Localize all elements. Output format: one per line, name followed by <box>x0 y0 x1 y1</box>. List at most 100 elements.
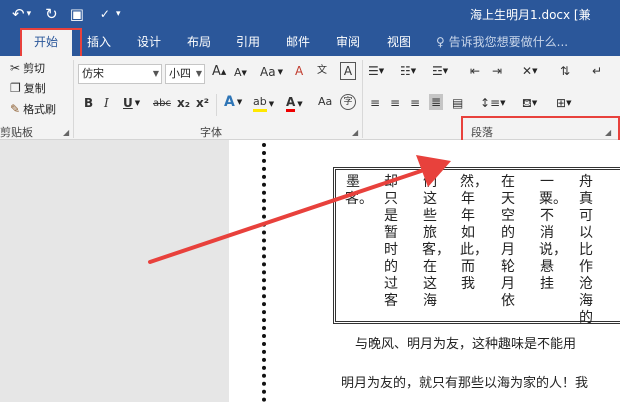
copy-icon: ❐ <box>10 81 21 95</box>
print-preview-icon[interactable]: ▣ <box>70 5 84 23</box>
increase-indent-icon: ⇥ <box>492 64 503 78</box>
text-column: 却只是暂时的过客 <box>384 174 398 309</box>
font-size-combo[interactable]: 小四 ▼ <box>165 64 205 84</box>
bold-button[interactable]: B <box>84 96 93 110</box>
align-left-button[interactable]: ≡ <box>370 96 380 110</box>
clipboard-dialog-launcher-icon[interactable]: ◢ <box>63 128 69 137</box>
paint-bucket-icon: ⛾ <box>522 96 532 110</box>
copy-button[interactable]: ❐ 复制 <box>10 80 46 96</box>
multilevel-list-button[interactable]: ☲ ▼ <box>432 64 448 78</box>
change-case-button-2[interactable]: Aa <box>318 95 332 109</box>
chevron-down-icon: ▼ <box>378 67 385 75</box>
chevron-down-icon: ▼ <box>532 67 538 75</box>
font-size-icon: Aa <box>318 95 333 108</box>
sort-button[interactable]: ⇅ <box>560 64 570 78</box>
increase-indent-button[interactable]: ⇥ <box>492 64 502 78</box>
tab-references[interactable]: 引用 <box>232 28 264 56</box>
chinese-layout-icon: ✕ <box>522 64 533 78</box>
font-color-button[interactable]: A ▼ <box>286 95 303 112</box>
font-dialog-launcher-icon[interactable]: ◢ <box>352 128 358 137</box>
superscript-button[interactable]: x² <box>196 96 209 110</box>
underline-button[interactable]: U ▼ <box>123 96 140 110</box>
chevron-down-icon: ▼ <box>268 99 275 108</box>
lightbulb-icon: ♀ <box>436 35 445 49</box>
distributed-button[interactable]: ▤ <box>452 96 463 110</box>
redo-icon[interactable]: ↻ <box>45 5 58 23</box>
decrease-indent-button[interactable]: ⇤ <box>470 64 480 78</box>
shrink-font-button[interactable]: A ▼ <box>234 66 247 80</box>
font-name-combo[interactable]: 仿宋 ▼ <box>78 64 162 84</box>
scissors-icon: ✂ <box>10 61 21 75</box>
show-marks-button[interactable]: ↵ <box>592 64 602 78</box>
format-painter-button[interactable]: ✎ 格式刷 <box>10 101 56 117</box>
group-separator <box>73 60 74 138</box>
ribbon-tabs: 开始 插入 设计 布局 引用 邮件 审阅 视图 ♀ 告诉我您想要做什么... <box>0 28 620 56</box>
chevron-down-icon: ▼ <box>297 99 303 108</box>
text-effects-icon: A <box>224 94 235 110</box>
phonetic-guide-button[interactable]: 文 <box>317 64 327 78</box>
justify-button[interactable]: ≣ <box>429 94 444 110</box>
vertical-text-frame[interactable]: 墨客。 却只是暂时的过客 们这些旅客，在这海 然，年年如此，而我 在天空的月轮月… <box>333 167 620 326</box>
cut-button[interactable]: ✂ 剪切 <box>10 60 45 76</box>
chevron-down-icon: ▼ <box>531 99 538 107</box>
paragraph-line: 与晚风、明月为友，这种趣味是不能用 <box>355 337 577 352</box>
font-size-value: 小四 <box>169 67 191 80</box>
clipboard-group-label: 剪贴板 <box>0 126 33 139</box>
strikethrough-button[interactable]: abc <box>153 97 171 111</box>
tab-view[interactable]: 视图 <box>383 28 415 56</box>
highlight-button[interactable]: ab ▼ <box>253 95 274 112</box>
cut-label: 剪切 <box>23 62 46 75</box>
tell-me-text: 告诉我您想要做什么... <box>448 35 569 49</box>
down-icon: ▼ <box>241 69 247 77</box>
borders-button[interactable]: ⊞ ▼ <box>556 96 571 110</box>
superscript-icon: x² <box>196 96 209 110</box>
bullet-list-icon: ☰ <box>368 64 379 78</box>
align-right-button[interactable]: ≡ <box>410 96 420 110</box>
shading-button[interactable]: ⛾ ▼ <box>522 96 537 110</box>
clear-formatting-button[interactable]: A <box>295 64 303 78</box>
tab-layout[interactable]: 布局 <box>183 28 215 56</box>
subscript-button[interactable]: x₂ <box>177 96 190 110</box>
chevron-down-icon: ▼ <box>195 69 202 78</box>
divider <box>216 94 217 116</box>
dropdown-icon[interactable]: ▾ <box>27 9 32 19</box>
group-separator <box>362 60 363 138</box>
subscript-icon: x₂ <box>177 96 190 110</box>
text-column: 在天空的月轮月依 <box>501 174 515 309</box>
italic-button[interactable]: I <box>104 96 109 110</box>
text-column: 一粟。不消说，悬挂 <box>539 174 567 292</box>
tab-design[interactable]: 设计 <box>133 28 165 56</box>
line-spacing-button[interactable]: ↕≡ ▼ <box>480 96 506 110</box>
tab-review[interactable]: 审阅 <box>332 28 364 56</box>
multilevel-list-icon: ☲ <box>432 64 443 78</box>
clear-formatting-icon: A <box>295 64 304 78</box>
customize-qat-icon[interactable]: ▾ <box>116 9 121 19</box>
tab-mailings[interactable]: 邮件 <box>282 28 314 56</box>
align-center-icon: ≡ <box>390 96 401 110</box>
italic-icon: I <box>104 96 109 110</box>
character-border-button[interactable]: A <box>340 62 356 80</box>
paintbrush-icon: ✎ <box>10 102 21 116</box>
align-center-button[interactable]: ≡ <box>390 96 400 110</box>
change-case-button[interactable]: Aa ▼ <box>260 65 283 79</box>
bullets-button[interactable]: ☰ ▼ <box>368 64 384 78</box>
up-icon: ▲ <box>220 68 227 76</box>
enclose-characters-icon: 字 <box>343 97 353 107</box>
page-boundary-marker <box>262 143 266 402</box>
character-border-icon: A <box>343 64 353 78</box>
spelling-icon[interactable]: ✓ <box>100 7 110 21</box>
enclose-characters-button[interactable]: 字 <box>340 94 356 110</box>
numbering-button[interactable]: ☷ ▼ <box>400 64 416 78</box>
tab-insert[interactable]: 插入 <box>83 28 115 56</box>
chinese-layout-button[interactable]: ✕ ▼ <box>522 64 537 78</box>
shrink-font-icon: A <box>234 66 242 79</box>
text-effects-button[interactable]: A ▼ <box>224 95 242 109</box>
grow-font-button[interactable]: A ▲ <box>212 65 226 79</box>
align-left-icon: ≡ <box>370 96 381 110</box>
chevron-down-icon: ▼ <box>410 67 417 75</box>
font-group-label: 字体 <box>200 126 222 139</box>
justify-icon: ≣ <box>431 95 442 109</box>
undo-icon[interactable]: ↶ <box>12 5 25 23</box>
chevron-down-icon: ▼ <box>566 99 572 107</box>
tell-me-box[interactable]: ♀ 告诉我您想要做什么... <box>432 28 572 56</box>
